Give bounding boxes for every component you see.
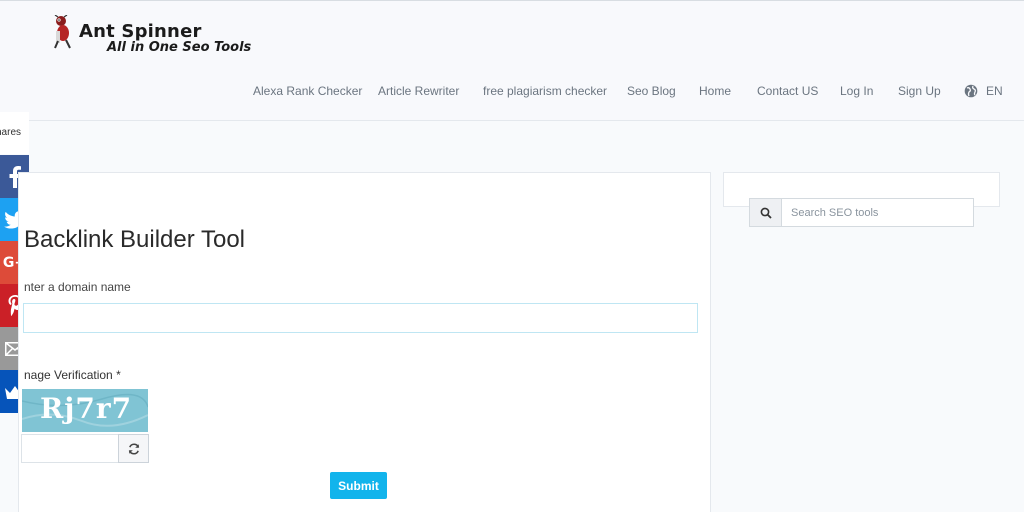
brand-title: Ant Spinner xyxy=(79,21,202,42)
refresh-icon xyxy=(128,443,139,454)
language-selector[interactable]: EN xyxy=(986,84,1003,98)
nav-item-home[interactable]: Home xyxy=(699,84,731,98)
ant-mascot-icon xyxy=(54,15,71,49)
share-count: hares xyxy=(0,112,29,154)
search-input[interactable] xyxy=(782,198,974,227)
globe-icon[interactable] xyxy=(964,84,978,98)
brand-tagline: All in One Seo Tools xyxy=(107,40,252,55)
captcha-text: Rj7r7 xyxy=(40,392,133,425)
search-icon xyxy=(760,207,772,219)
nav-item-alexa-rank-checker[interactable]: Alexa Rank Checker xyxy=(253,84,362,98)
nav-item-article-rewriter[interactable]: Article Rewriter xyxy=(378,84,459,98)
captcha-image: Rj7r7 xyxy=(22,389,148,432)
captcha-label: nage Verification * xyxy=(24,368,121,382)
nav-item-seo-blog[interactable]: Seo Blog xyxy=(627,84,676,98)
captcha-refresh-button[interactable] xyxy=(118,434,149,463)
domain-label: nter a domain name xyxy=(24,280,131,294)
page-title: Backlink Builder Tool xyxy=(24,226,246,253)
sidebar-search xyxy=(749,198,974,227)
nav-item-free-plagiarism-checker[interactable]: free plagiarism checker xyxy=(483,84,607,98)
site-logo[interactable]: Ant Spinner All in One Seo Tools xyxy=(52,15,252,59)
search-button[interactable] xyxy=(749,198,782,227)
captcha-input[interactable] xyxy=(21,434,118,463)
nav-item-contact-us[interactable]: Contact US xyxy=(757,84,818,98)
nav-item-sign-up[interactable]: Sign Up xyxy=(898,84,941,98)
domain-input[interactable] xyxy=(23,303,698,333)
site-header: Ant Spinner All in One Seo Tools Alexa R… xyxy=(0,1,1024,121)
main-nav: Alexa Rank Checker Article Rewriter free… xyxy=(0,84,1024,102)
tool-panel: Backlink Builder Tool nter a domain name… xyxy=(18,172,711,512)
nav-item-log-in[interactable]: Log In xyxy=(840,84,873,98)
submit-button[interactable]: Submit xyxy=(330,472,387,499)
